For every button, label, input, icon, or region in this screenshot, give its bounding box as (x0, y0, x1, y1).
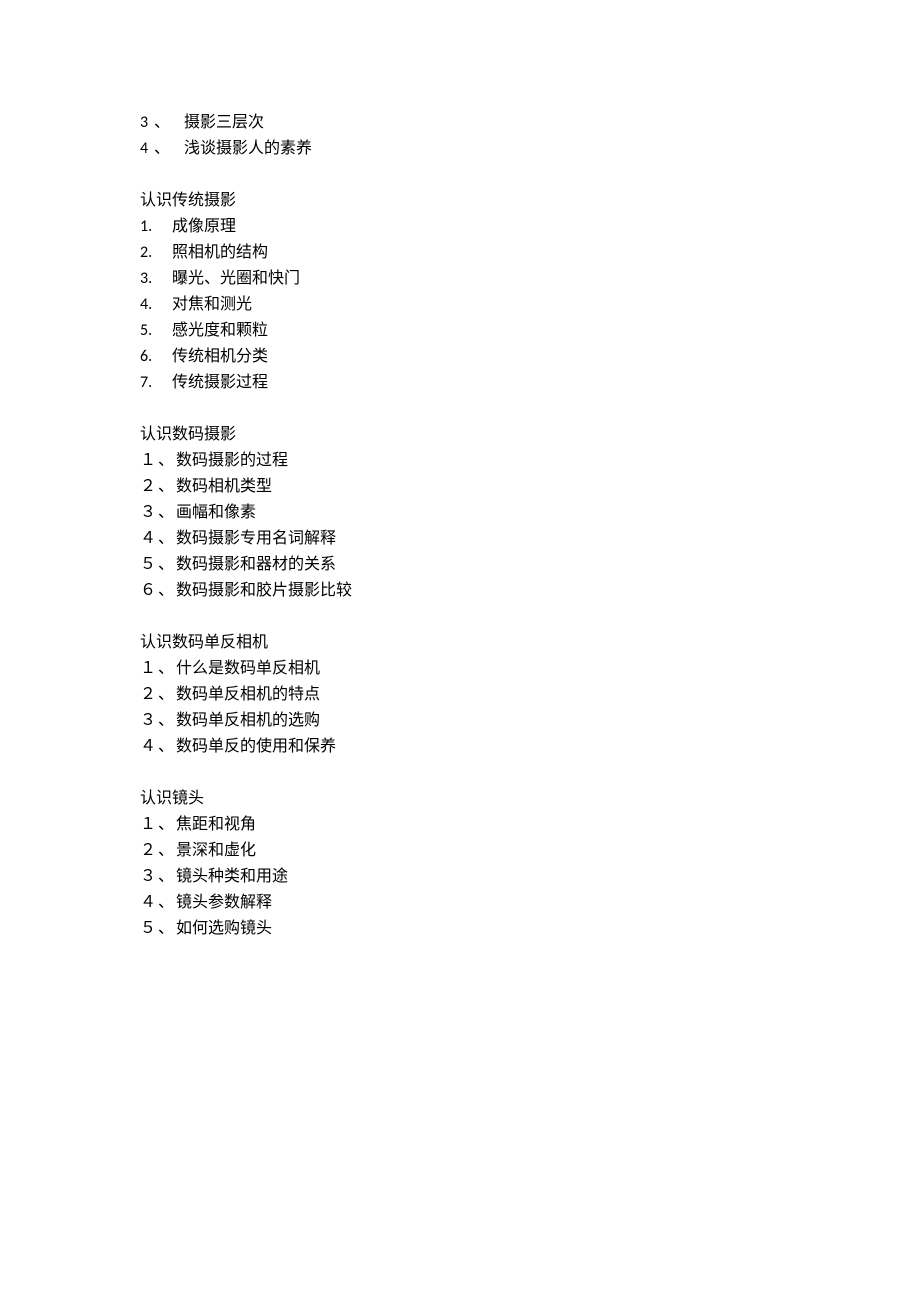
list-item: ５、如何选购镜头 (140, 916, 920, 942)
item-number: 6. (140, 344, 160, 370)
item-separator: 、 (158, 474, 174, 500)
item-separator: 、 (158, 916, 174, 942)
list-item: ３、数码单反相机的选购 (140, 708, 920, 734)
item-text: 数码摄影和器材的关系 (176, 552, 336, 578)
item-text: 景深和虚化 (176, 838, 256, 864)
section-heading: 认识镜头 (140, 786, 920, 812)
item-separator: 、 (158, 552, 174, 578)
list-item: 5. 感光度和颗粒 (140, 318, 920, 344)
item-text: 数码单反相机的特点 (176, 682, 320, 708)
item-separator: 、 (158, 864, 174, 890)
section: 认识传统摄影1. 成像原理 2. 照相机的结构 3. 曝光、光圈和快门 4. 对焦和测光 5. 感… (140, 188, 920, 396)
item-separator: 、 (158, 838, 174, 864)
item-separator: 、 (158, 656, 174, 682)
list-item: 6. 传统相机分类 (140, 344, 920, 370)
section: 认识数码单反相机１、什么是数码单反相机２、数码单反相机的特点３、数码单反相机的选… (140, 630, 920, 760)
item-text: 传统相机分类 (172, 344, 268, 370)
item-number: ２ (140, 474, 156, 500)
item-separator: 、 (158, 448, 174, 474)
item-text: 数码摄影和胶片摄影比较 (176, 578, 352, 604)
item-separator: 、 (158, 682, 174, 708)
item-number: ２ (140, 682, 156, 708)
list-item: ３、画幅和像素 (140, 500, 920, 526)
list-item: 1. 成像原理 (140, 214, 920, 240)
item-text: 镜头种类和用途 (176, 864, 288, 890)
item-separator: 、 (158, 526, 174, 552)
item-text: 什么是数码单反相机 (176, 656, 320, 682)
item-number: 3 (140, 110, 152, 136)
item-number: ４ (140, 890, 156, 916)
list-item: ６、数码摄影和胶片摄影比较 (140, 578, 920, 604)
list-item: 4. 对焦和测光 (140, 292, 920, 318)
item-number: ６ (140, 578, 156, 604)
item-text: 画幅和像素 (176, 500, 256, 526)
item-number: 5. (140, 318, 160, 344)
item-number: ２ (140, 838, 156, 864)
item-separator: 、 (154, 136, 170, 162)
item-number: ３ (140, 708, 156, 734)
list-item: ２、数码单反相机的特点 (140, 682, 920, 708)
list-item: ３、镜头种类和用途 (140, 864, 920, 890)
item-text: 镜头参数解释 (176, 890, 272, 916)
item-text: 曝光、光圈和快门 (172, 266, 300, 292)
item-number: ５ (140, 916, 156, 942)
item-number: 2. (140, 240, 160, 266)
item-number: ４ (140, 734, 156, 760)
item-number: ３ (140, 500, 156, 526)
list-item: ４、数码摄影专用名词解释 (140, 526, 920, 552)
list-item: １、焦距和视角 (140, 812, 920, 838)
item-text: 数码单反相机的选购 (176, 708, 320, 734)
list-item: ２、景深和虚化 (140, 838, 920, 864)
item-separator: 、 (158, 578, 174, 604)
document-content: 3、摄影三层次4、浅谈摄影人的素养认识传统摄影1.成像原理2.照相机的结构3.曝… (140, 110, 920, 942)
section-heading: 认识传统摄影 (140, 188, 920, 214)
item-text: 对焦和测光 (172, 292, 252, 318)
list-item: ５、数码摄影和器材的关系 (140, 552, 920, 578)
item-number: １ (140, 448, 156, 474)
section: 3、摄影三层次4、浅谈摄影人的素养 (140, 110, 920, 162)
item-number: ４ (140, 526, 156, 552)
item-text: 照相机的结构 (172, 240, 268, 266)
item-text: 数码单反的使用和保养 (176, 734, 336, 760)
item-separator: 、 (158, 500, 174, 526)
item-number: １ (140, 656, 156, 682)
list-item: 4、浅谈摄影人的素养 (140, 136, 920, 162)
item-text: 成像原理 (172, 214, 236, 240)
item-number: 1. (140, 214, 160, 240)
item-number: ３ (140, 864, 156, 890)
item-number: 7. (140, 370, 160, 396)
item-separator: 、 (158, 890, 174, 916)
item-number: 4 (140, 136, 152, 162)
item-text: 传统摄影过程 (172, 370, 268, 396)
item-number: 3. (140, 266, 160, 292)
item-separator: 、 (158, 708, 174, 734)
list-item: ２、数码相机类型 (140, 474, 920, 500)
list-item: 7. 传统摄影过程 (140, 370, 920, 396)
section: 认识镜头１、焦距和视角２、景深和虚化３、镜头种类和用途４、镜头参数解释５、如何选… (140, 786, 920, 942)
item-separator: 、 (154, 110, 170, 136)
item-text: 数码摄影的过程 (176, 448, 288, 474)
item-separator: 、 (158, 734, 174, 760)
list-item: １、数码摄影的过程 (140, 448, 920, 474)
item-text: 感光度和颗粒 (172, 318, 268, 344)
section: 认识数码摄影１、数码摄影的过程２、数码相机类型３、画幅和像素４、数码摄影专用名词… (140, 422, 920, 604)
item-text: 浅谈摄影人的素养 (184, 136, 312, 162)
item-text: 数码相机类型 (176, 474, 272, 500)
list-item: 3. 曝光、光圈和快门 (140, 266, 920, 292)
section-heading: 认识数码单反相机 (140, 630, 920, 656)
list-item: １、什么是数码单反相机 (140, 656, 920, 682)
list-item: ４、数码单反的使用和保养 (140, 734, 920, 760)
item-text: 摄影三层次 (184, 110, 264, 136)
item-text: 焦距和视角 (176, 812, 256, 838)
list-item: 2. 照相机的结构 (140, 240, 920, 266)
item-number: 4. (140, 292, 160, 318)
item-separator: 、 (158, 812, 174, 838)
item-text: 数码摄影专用名词解释 (176, 526, 336, 552)
item-number: １ (140, 812, 156, 838)
list-item: ４、镜头参数解释 (140, 890, 920, 916)
item-text: 如何选购镜头 (176, 916, 272, 942)
item-number: ５ (140, 552, 156, 578)
list-item: 3、摄影三层次 (140, 110, 920, 136)
section-heading: 认识数码摄影 (140, 422, 920, 448)
